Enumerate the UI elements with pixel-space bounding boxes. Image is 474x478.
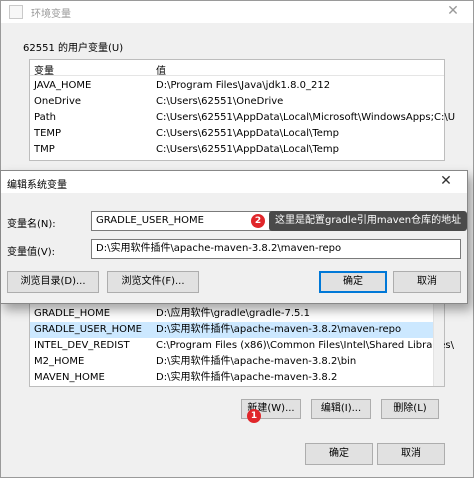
user-vars-group-label: 62551 的用户变量(U) xyxy=(23,43,124,54)
dialog-titlebar: 编辑系统变量 ✕ xyxy=(1,171,467,193)
system-var-name: INTEL_DEV_REDIST xyxy=(34,340,130,351)
system-var-value: D:\实用软件插件\apache-maven-3.8.2 xyxy=(156,372,338,383)
system-var-name: MAVEN_HOME xyxy=(34,372,105,383)
user-var-name: OneDrive xyxy=(34,96,82,107)
user-var-value: C:\Users\62551\AppData\Local\Temp xyxy=(156,128,339,139)
user-var-row-tmp[interactable]: TMP C:\Users\62551\AppData\Local\Temp xyxy=(30,142,444,158)
delete-button[interactable]: 删除(L) xyxy=(381,399,439,419)
system-var-value: C:\Program Files (x86)\Common Files\Inte… xyxy=(156,340,455,351)
dialog-title: 编辑系统变量 xyxy=(7,180,67,191)
system-vars-scrollbar[interactable] xyxy=(433,302,444,386)
user-var-row-onedrive[interactable]: OneDrive C:\Users\62551\OneDrive xyxy=(30,94,444,110)
system-var-row-maven-home[interactable]: MAVEN_HOME D:\实用软件插件\apache-maven-3.8.2 xyxy=(30,370,434,386)
system-var-name: GRADLE_USER_HOME xyxy=(34,324,142,335)
user-var-name: TMP xyxy=(34,144,55,155)
dialog-ok-button[interactable]: 确定 xyxy=(319,271,387,293)
user-var-value: C:\Users\62551\AppData\Local\Temp xyxy=(156,144,339,155)
annotation-marker-1: 1 xyxy=(247,409,261,423)
system-var-row-gradle-home[interactable]: GRADLE_HOME D:\应用软件\gradle\gradle-7.5.1 xyxy=(30,306,434,322)
back-ok-button[interactable]: 确定 xyxy=(305,443,373,465)
system-var-value: D:\实用软件插件\apache-maven-3.8.2\maven-repo xyxy=(156,324,402,335)
back-window-title: 环境变量 xyxy=(31,9,71,20)
user-var-row-java-home[interactable]: JAVA_HOME D:\Program Files\Java\jdk1.8.0… xyxy=(30,78,444,94)
user-var-row-temp[interactable]: TEMP C:\Users\62551\AppData\Local\Temp xyxy=(30,126,444,142)
edit-system-variable-dialog: 编辑系统变量 ✕ 变量名(N): GRADLE_USER_HOME 变量值(V)… xyxy=(0,170,468,304)
system-var-row-m2-home[interactable]: M2_HOME D:\实用软件插件\apache-maven-3.8.2\bin xyxy=(30,354,434,370)
annotation-tooltip: 这里是配置gradle引用maven仓库的地址 xyxy=(269,211,468,231)
browse-file-button[interactable]: 浏览文件(F)... xyxy=(107,271,199,293)
system-var-name: M2_HOME xyxy=(34,356,85,367)
user-var-name: JAVA_HOME xyxy=(34,80,92,91)
dialog-cancel-button[interactable]: 取消 xyxy=(393,271,461,293)
user-var-value: C:\Users\62551\OneDrive xyxy=(156,96,284,107)
user-vars-header: 变量 值 xyxy=(30,60,444,77)
var-value-label: 变量值(V): xyxy=(7,247,56,258)
system-var-row-intel-dev-redist[interactable]: INTEL_DEV_REDIST C:\Program Files (x86)\… xyxy=(30,338,454,354)
annotation-marker-2: 2 xyxy=(251,214,265,228)
user-var-value: C:\Users\62551\AppData\Local\Microsoft\W… xyxy=(156,112,456,123)
edit-button[interactable]: 编辑(I)... xyxy=(311,399,371,419)
back-cancel-button[interactable]: 取消 xyxy=(377,443,445,465)
user-vars-list[interactable]: 变量 值 JAVA_HOME D:\Program Files\Java\jdk… xyxy=(29,59,455,161)
back-window-titlebar: 环境变量 ✕ xyxy=(1,1,473,23)
var-name-label: 变量名(N): xyxy=(7,219,56,230)
user-var-name: TEMP xyxy=(34,128,62,139)
user-var-row-path[interactable]: Path C:\Users\62551\AppData\Local\Micros… xyxy=(30,110,455,126)
user-var-value: D:\Program Files\Java\jdk1.8.0_212 xyxy=(156,80,331,91)
dialog-close-icon[interactable]: ✕ xyxy=(425,171,467,193)
col-header-value[interactable]: 值 xyxy=(156,62,166,77)
var-value-input[interactable]: D:\实用软件插件\apache-maven-3.8.2\maven-repo xyxy=(91,239,461,259)
back-window-close-icon[interactable]: ✕ xyxy=(433,1,473,23)
col-header-variable[interactable]: 变量 xyxy=(34,62,54,77)
system-var-row-gradle-user-home[interactable]: GRADLE_USER_HOME D:\实用软件插件\apache-maven-… xyxy=(30,322,434,338)
user-var-name: Path xyxy=(34,112,56,123)
browse-directory-button[interactable]: 浏览目录(D)... xyxy=(7,271,99,293)
window-icon xyxy=(9,5,23,19)
system-var-name: GRADLE_HOME xyxy=(34,308,111,319)
system-var-value: D:\实用软件插件\apache-maven-3.8.2\bin xyxy=(156,356,357,367)
system-vars-list[interactable]: GRADLE_HOME D:\应用软件\gradle\gradle-7.5.1 … xyxy=(29,301,454,387)
system-var-value: D:\应用软件\gradle\gradle-7.5.1 xyxy=(156,308,310,319)
